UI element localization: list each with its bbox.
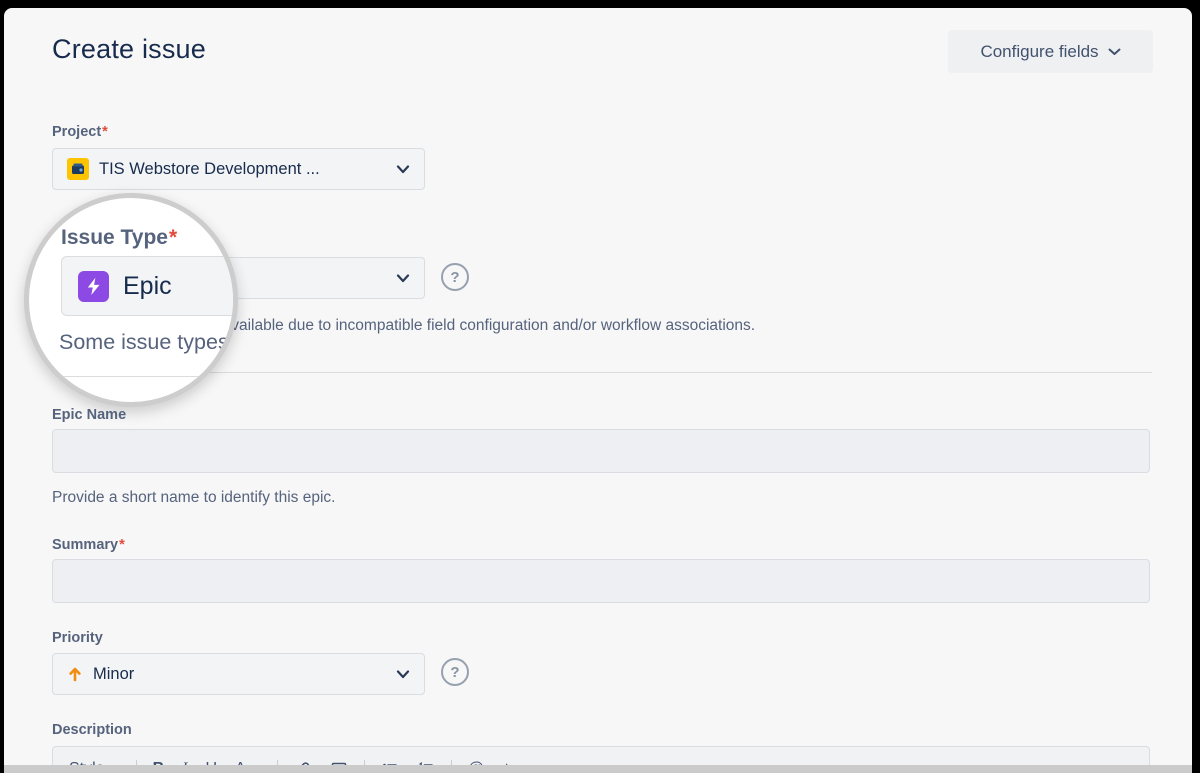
- issue-type-label-magnified: Issue Type*: [61, 226, 177, 250]
- issue-type-select-magnified: Epic: [61, 256, 238, 316]
- configure-fields-label: Configure fields: [980, 42, 1098, 62]
- epic-name-help: Provide a short name to identify this ep…: [52, 489, 335, 507]
- description-label: Description: [52, 722, 132, 738]
- issue-type-select-value: Epic: [123, 272, 172, 301]
- priority-minor-icon: [67, 666, 83, 682]
- chevron-down-icon: [396, 670, 410, 679]
- section-divider: [57, 376, 238, 377]
- required-asterisk: *: [102, 124, 108, 140]
- chevron-down-icon: [1108, 48, 1121, 56]
- priority-select[interactable]: Minor: [52, 653, 425, 695]
- priority-label: Priority: [52, 630, 103, 646]
- create-issue-dialog: Create issue Configure fields Project* T…: [4, 8, 1192, 773]
- summary-input[interactable]: [52, 559, 1150, 603]
- summary-label: Summary*: [52, 537, 125, 553]
- bottom-scroll-strip: [4, 765, 1192, 773]
- chevron-down-icon: [396, 274, 410, 283]
- section-divider: [52, 372, 1152, 373]
- page-title: Create issue: [52, 34, 206, 65]
- issue-type-help-icon[interactable]: ?: [441, 263, 469, 291]
- project-label: Project*: [52, 124, 108, 140]
- priority-help-icon[interactable]: ?: [441, 658, 469, 686]
- configure-fields-button[interactable]: Configure fields: [948, 30, 1153, 73]
- project-avatar-icon: [67, 158, 89, 180]
- project-select[interactable]: TIS Webstore Development ...: [52, 148, 425, 190]
- chevron-down-icon: [396, 165, 410, 174]
- epic-type-icon: [78, 271, 109, 302]
- epic-name-label: Epic Name: [52, 407, 126, 423]
- epic-name-input[interactable]: [52, 429, 1150, 473]
- required-asterisk: *: [169, 226, 177, 249]
- priority-select-value: Minor: [93, 665, 396, 684]
- project-select-value: TIS Webstore Development ...: [99, 160, 396, 179]
- required-asterisk: *: [119, 537, 125, 553]
- zoom-bubble-annotation: Issue Type* Epic Some issue types are un…: [24, 193, 238, 407]
- issue-type-note-magnified: Some issue types are unavailable due to …: [59, 330, 238, 355]
